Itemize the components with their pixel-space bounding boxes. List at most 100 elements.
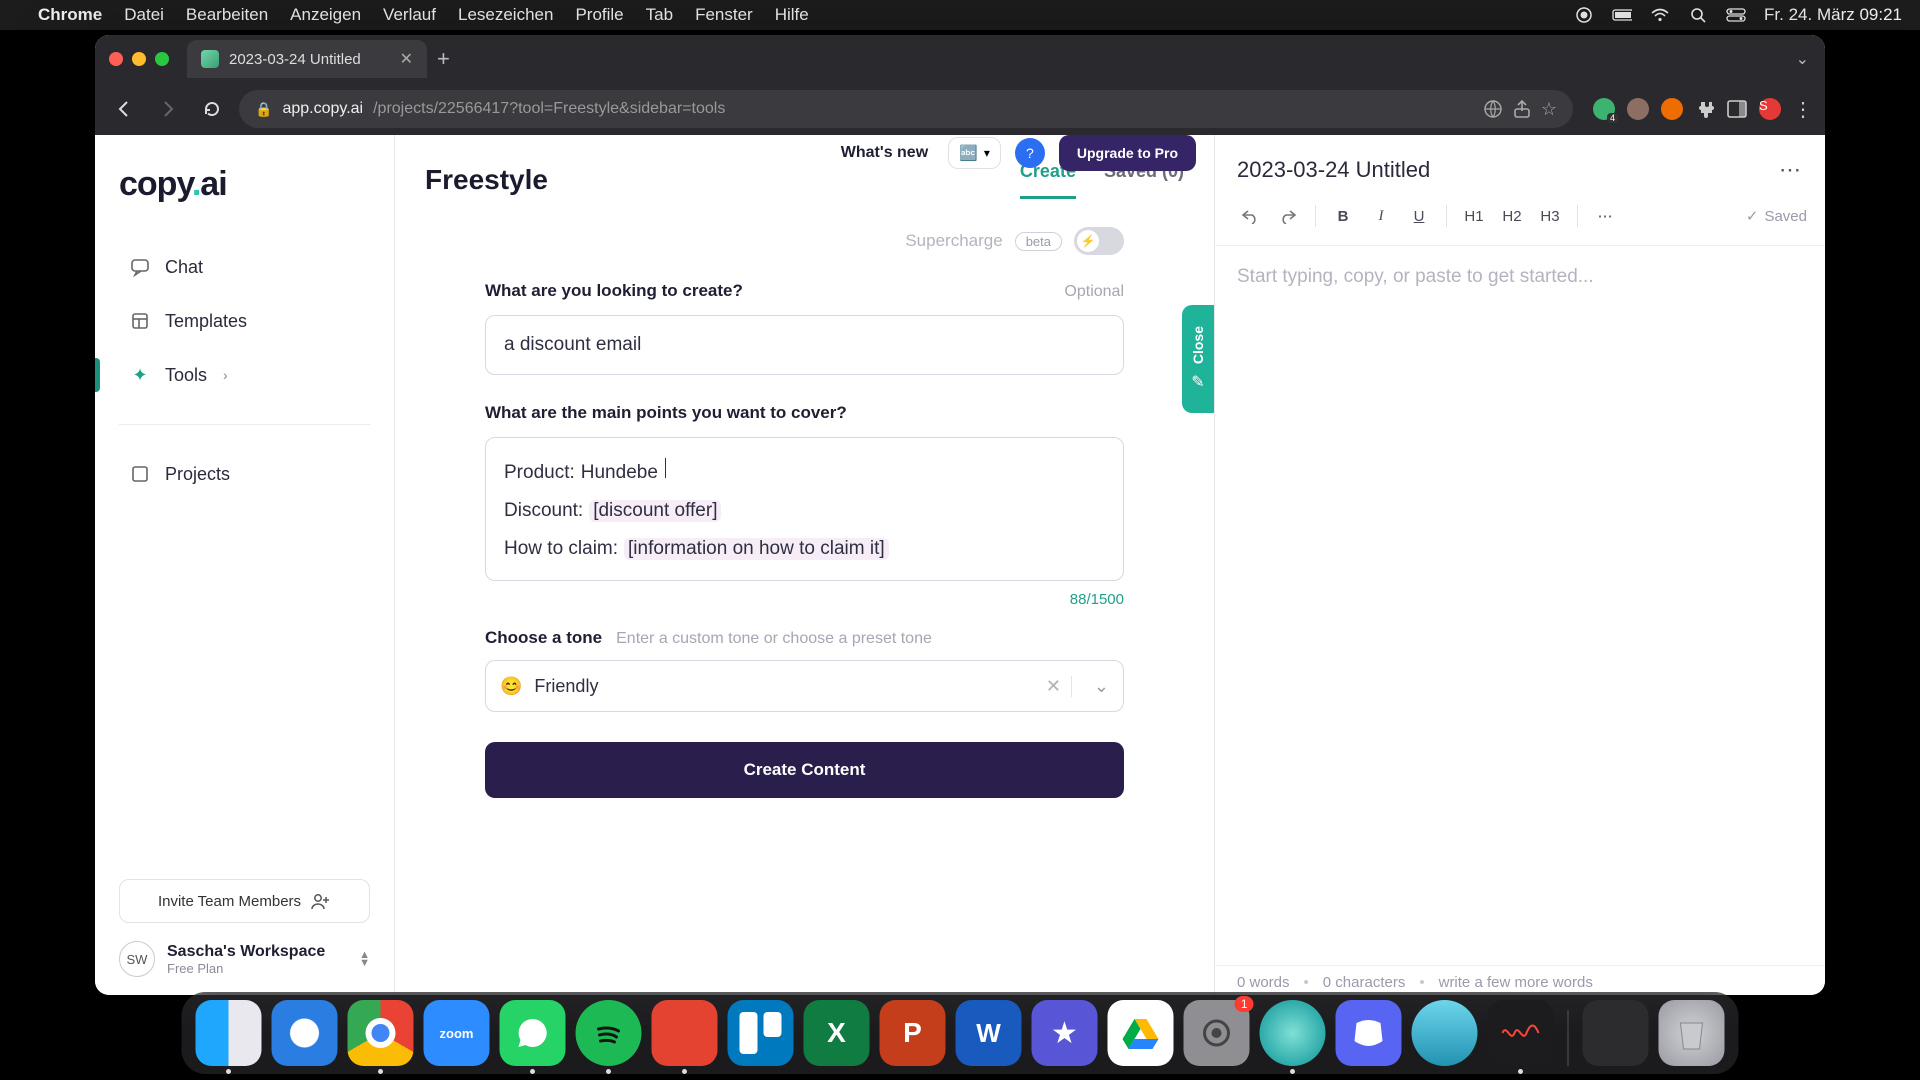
tone-select[interactable]: 😊 Friendly ✕ ⌄ <box>485 660 1124 712</box>
dock-discord-icon[interactable] <box>1336 1000 1402 1066</box>
tone-emoji-icon: 😊 <box>500 676 522 697</box>
dock-trash-icon[interactable] <box>1659 1000 1725 1066</box>
menu-anzeigen[interactable]: Anzeigen <box>290 5 361 25</box>
bold-button[interactable]: B <box>1326 201 1360 231</box>
spotlight-icon[interactable] <box>1688 5 1708 25</box>
menubar-clock[interactable]: Fr. 24. März 09:21 <box>1764 5 1902 25</box>
help-bubble-icon[interactable]: ? <box>1015 138 1045 168</box>
wifi-icon[interactable] <box>1650 5 1670 25</box>
redo-icon[interactable] <box>1271 201 1305 231</box>
menubar-app-name[interactable]: Chrome <box>38 5 102 25</box>
extensions-menu-icon[interactable] <box>1695 99 1715 119</box>
nav-forward-button[interactable] <box>151 92 185 126</box>
input-value: a discount email <box>504 334 641 355</box>
dock-imovie-icon[interactable]: ★ <box>1032 1000 1098 1066</box>
dock-separator <box>1568 1010 1569 1066</box>
menu-tab[interactable]: Tab <box>646 5 673 25</box>
underline-button[interactable]: U <box>1402 201 1436 231</box>
supercharge-row: Supercharge beta ⚡ <box>485 227 1124 255</box>
create-content-button[interactable]: Create Content <box>485 742 1124 798</box>
translate-icon[interactable] <box>1483 99 1503 119</box>
menu-fenster[interactable]: Fenster <box>695 5 753 25</box>
dock-finder-icon[interactable] <box>196 1000 262 1066</box>
dock-app-icon[interactable] <box>1583 1000 1649 1066</box>
toolbar-more-icon[interactable]: ⋯ <box>1588 201 1622 231</box>
workspace-switcher[interactable]: SW Sascha's Workspace Free Plan ▲▼ <box>119 941 370 977</box>
clear-tone-icon[interactable]: ✕ <box>1036 676 1072 697</box>
chevron-down-icon[interactable]: ⌄ <box>1084 676 1109 697</box>
sidebar-item-projects[interactable]: Projects <box>119 451 370 497</box>
extension-icon[interactable] <box>1627 98 1649 120</box>
sidepanel-icon[interactable] <box>1727 100 1747 118</box>
menu-profile[interactable]: Profile <box>575 5 623 25</box>
language-pill[interactable]: 🔤 ▾ <box>948 137 1001 169</box>
tab-close-icon[interactable]: ✕ <box>400 49 413 69</box>
dock-todoist-icon[interactable] <box>652 1000 718 1066</box>
workspace-name: Sascha's Workspace <box>167 943 325 961</box>
nav-back-button[interactable] <box>107 92 141 126</box>
document-title[interactable]: 2023-03-24 Untitled <box>1237 157 1430 183</box>
menu-lesezeichen[interactable]: Lesezeichen <box>458 5 553 25</box>
upgrade-button[interactable]: Upgrade to Pro <box>1059 135 1196 171</box>
menu-hilfe[interactable]: Hilfe <box>775 5 809 25</box>
control-center-icon[interactable] <box>1726 5 1746 25</box>
dock-powerpoint-icon[interactable]: P <box>880 1000 946 1066</box>
editor-textarea[interactable]: Start typing, copy, or paste to get star… <box>1215 246 1825 965</box>
app-logo[interactable]: copy.ai <box>119 165 370 204</box>
window-close-icon[interactable] <box>109 52 123 66</box>
main-points-input[interactable]: Product: Hundebe Discount: [discount off… <box>485 437 1124 581</box>
italic-button[interactable]: I <box>1364 201 1398 231</box>
invite-team-button[interactable]: Invite Team Members <box>119 879 370 923</box>
profile-avatar[interactable]: S <box>1759 98 1781 120</box>
chrome-menu-icon[interactable]: ⋮ <box>1793 97 1813 122</box>
dock-settings-icon[interactable]: 1 <box>1184 1000 1250 1066</box>
h3-button[interactable]: H3 <box>1533 201 1567 231</box>
dock-excel-icon[interactable]: X <box>804 1000 870 1066</box>
close-drawer-handle[interactable]: Close ✎ <box>1182 305 1214 413</box>
url-bar[interactable]: 🔒 app.copy.ai/projects/22566417?tool=Fre… <box>239 90 1573 128</box>
extension-icon[interactable]: 4 <box>1593 98 1615 120</box>
dock-spotify-icon[interactable] <box>576 1000 642 1066</box>
create-what-input[interactable]: a discount email <box>485 315 1124 375</box>
window-minimize-icon[interactable] <box>132 52 146 66</box>
menu-bearbeiten[interactable]: Bearbeiten <box>186 5 268 25</box>
whats-new-link[interactable]: What's new <box>841 144 928 162</box>
dock-whatsapp-icon[interactable] <box>500 1000 566 1066</box>
workspace-plan: Free Plan <box>167 961 325 976</box>
extension-icon[interactable] <box>1661 98 1683 120</box>
sidebar-item-chat[interactable]: Chat <box>119 244 370 290</box>
screen-record-icon[interactable] <box>1574 5 1594 25</box>
dock-trello-icon[interactable] <box>728 1000 794 1066</box>
battery-icon[interactable] <box>1612 5 1632 25</box>
h2-button[interactable]: H2 <box>1495 201 1529 231</box>
field-label-create: What are you looking to create? <box>485 281 743 301</box>
tab-overflow-icon[interactable]: ⌄ <box>1796 49 1809 69</box>
save-status: ✓ Saved <box>1746 207 1807 225</box>
chat-icon <box>129 256 151 278</box>
dock-zoom-icon[interactable]: zoom <box>424 1000 490 1066</box>
browser-tab[interactable]: 2023-03-24 Untitled ✕ <box>187 40 427 78</box>
dock-chrome-icon[interactable] <box>348 1000 414 1066</box>
h1-button[interactable]: H1 <box>1457 201 1491 231</box>
dock-word-icon[interactable]: W <box>956 1000 1022 1066</box>
dock-app-icon[interactable] <box>1260 1000 1326 1066</box>
menu-datei[interactable]: Datei <box>124 5 164 25</box>
window-zoom-icon[interactable] <box>155 52 169 66</box>
main-area: What's new 🔤 ▾ ? Upgrade to Pro Freestyl… <box>395 135 1825 995</box>
bookmark-star-icon[interactable]: ☆ <box>1541 99 1557 120</box>
supercharge-toggle[interactable]: ⚡ <box>1074 227 1124 255</box>
menu-verlauf[interactable]: Verlauf <box>383 5 436 25</box>
document-more-icon[interactable]: ⋯ <box>1779 157 1803 183</box>
undo-icon[interactable] <box>1233 201 1267 231</box>
char-count: 0 characters <box>1304 974 1406 991</box>
dock-app-icon[interactable] <box>1412 1000 1478 1066</box>
dock-safari-icon[interactable] <box>272 1000 338 1066</box>
share-icon[interactable] <box>1513 99 1531 119</box>
nav-reload-button[interactable] <box>195 92 229 126</box>
sidebar-item-templates[interactable]: Templates <box>119 298 370 344</box>
dock-drive-icon[interactable] <box>1108 1000 1174 1066</box>
sidebar-item-tools[interactable]: ✦ Tools › <box>119 352 370 398</box>
tab-favicon-icon <box>201 50 219 68</box>
new-tab-button[interactable]: + <box>437 46 450 72</box>
dock-voice-memos-icon[interactable] <box>1488 1000 1554 1066</box>
